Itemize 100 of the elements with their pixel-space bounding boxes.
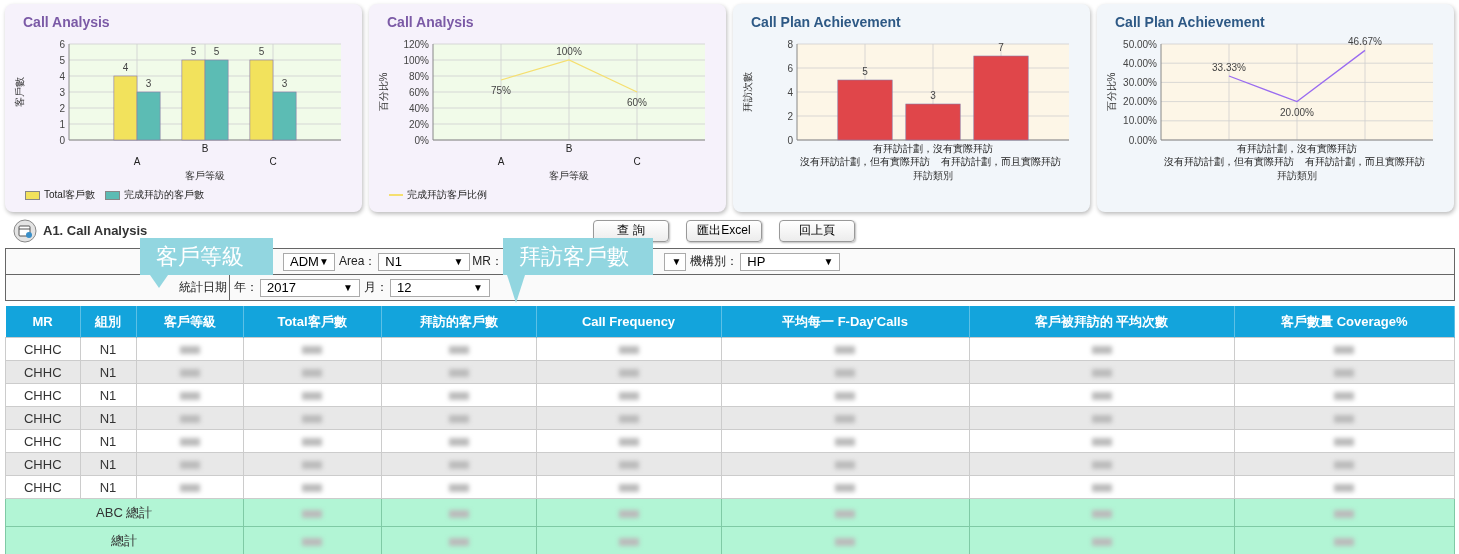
category-label: 有拜訪計劃，而且實際拜訪 — [941, 156, 1061, 167]
filter-label: 機構別： — [690, 253, 739, 270]
axis-tick-label: 3 — [59, 86, 65, 98]
blurred-value — [302, 509, 322, 518]
data-label: 100% — [556, 46, 582, 57]
data-label: 60% — [627, 97, 647, 108]
blurred-value — [1091, 415, 1112, 424]
axis-tick-label: 6 — [787, 62, 793, 74]
table-cell: N1 — [80, 337, 136, 361]
filter-label: Area： — [339, 253, 377, 270]
axis-tick-label: 4 — [787, 86, 793, 98]
chart-title: Call Plan Achievement — [751, 14, 902, 32]
category-label: A — [133, 156, 141, 167]
axis-tick-label: 50.00% — [1123, 38, 1157, 50]
callout-label: 客戶等級 — [140, 238, 273, 275]
blurred-value — [1334, 484, 1355, 493]
axis-tick-label: 1 — [59, 118, 65, 130]
action-button[interactable]: 匯出Excel — [686, 219, 762, 242]
blurred-value — [448, 415, 469, 424]
axis-tick-label: 30.00% — [1123, 76, 1157, 88]
table-cell: CHHC — [5, 406, 80, 430]
blurred-value — [302, 369, 322, 378]
blurred-value — [302, 537, 322, 546]
axis-tick-label: 0 — [787, 134, 793, 146]
dropdown[interactable]: ADM▼ — [283, 252, 335, 271]
dropdown[interactable]: 12 ▼ — [390, 278, 490, 297]
axis-tick-label: 2 — [59, 102, 65, 114]
axis-tick-label: 8 — [787, 38, 793, 50]
column-header: Call Frequency — [536, 306, 721, 338]
blurred-value — [448, 438, 469, 447]
axis-title: 客戶等級 — [185, 170, 225, 181]
data-label: 46.67% — [1348, 36, 1382, 48]
table-cell: N1 — [80, 429, 136, 453]
axis-tick-label: 0.00% — [1128, 134, 1157, 146]
data-label: 5 — [862, 66, 868, 77]
blurred-value — [618, 537, 639, 546]
dropdown[interactable]: HP ▼ — [740, 252, 841, 271]
blurred-value — [448, 484, 469, 493]
table-cell: CHHC — [5, 337, 80, 361]
data-label: 7 — [998, 42, 1004, 53]
blurred-value — [835, 415, 855, 424]
axis-title: 百分比% — [378, 72, 389, 112]
blurred-value — [448, 346, 469, 355]
blurred-value — [835, 392, 855, 401]
blurred-value — [179, 415, 200, 424]
blurred-value — [618, 415, 639, 424]
blurred-value — [1334, 346, 1355, 355]
dropdown[interactable]: N1 ▼ — [378, 252, 471, 271]
data-label: 75% — [491, 85, 511, 96]
category-label: 沒有拜訪計劃，但有實際拜訪 — [1164, 156, 1294, 167]
bar — [837, 79, 893, 141]
column-header: 平均每一 F-Day'Calls — [721, 306, 969, 338]
blurred-value — [1334, 392, 1355, 401]
data-label: 5 — [190, 46, 197, 57]
legend-label: Total客戶數 — [44, 188, 96, 202]
blurred-value — [179, 369, 200, 378]
blurred-value — [179, 392, 200, 401]
category-label: A — [497, 156, 505, 167]
bar — [113, 75, 138, 141]
column-header: 拜訪的客戶數 — [381, 306, 536, 338]
axis-title: 客戶數 — [14, 77, 25, 107]
blurred-value — [618, 484, 639, 493]
dropdown[interactable]: ▼ — [664, 252, 687, 271]
callout-pointer — [150, 275, 168, 288]
blurred-value — [835, 369, 855, 378]
filter-label: 統計日期 — [179, 279, 227, 296]
blurred-value — [618, 392, 639, 401]
category-label: 有拜訪計劃，沒有實際拜訪 — [1237, 143, 1357, 154]
column-header: 客戶數量 Coverage% — [1234, 306, 1455, 338]
data-label: 5 — [213, 46, 220, 57]
action-button[interactable]: 查 詢 — [593, 219, 669, 242]
axis-title: 拜訪類別 — [1277, 170, 1317, 181]
data-label: 3 — [145, 78, 152, 89]
axis-tick-label: 0% — [414, 134, 429, 146]
total-label: ABC 總計 — [5, 498, 243, 527]
axis-tick-label: 120% — [403, 38, 429, 50]
blurred-value — [1091, 537, 1112, 546]
blurred-value — [302, 392, 322, 401]
data-label: 5 — [258, 46, 265, 57]
dropdown[interactable]: 2017 ▼ — [260, 278, 360, 297]
column-header: 組別 — [80, 306, 136, 338]
axis-tick-label: 40% — [409, 102, 429, 114]
blurred-value — [1334, 369, 1355, 378]
blurred-value — [179, 484, 200, 493]
blurred-value — [835, 537, 855, 546]
axis-tick-label: 4 — [59, 70, 65, 82]
blurred-value — [835, 346, 855, 355]
blurred-value — [1334, 509, 1355, 518]
blurred-value — [302, 415, 322, 424]
blurred-value — [302, 461, 322, 470]
action-button[interactable]: 回上頁 — [779, 219, 855, 242]
data-label: 20.00% — [1280, 106, 1314, 118]
blurred-value — [1091, 369, 1112, 378]
blurred-value — [835, 509, 855, 518]
category-label: 有拜訪計劃，沒有實際拜訪 — [873, 143, 993, 154]
filter-label: MR： — [472, 253, 504, 270]
section-title: A1. Call Analysis — [43, 223, 148, 238]
axis-title: 拜訪次數 — [742, 72, 753, 112]
category-label: C — [633, 156, 641, 167]
blurred-value — [448, 392, 469, 401]
